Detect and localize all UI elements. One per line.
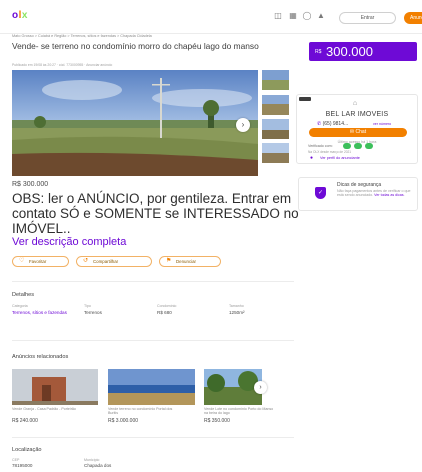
seller-logo-icon: ⌂ bbox=[352, 100, 358, 107]
municipio-value: Chapada dos bbox=[84, 463, 112, 468]
related-photo-1[interactable] bbox=[12, 369, 98, 405]
related-title: Anúncios relacionados bbox=[12, 354, 69, 360]
ver-numero-link[interactable]: ver número bbox=[373, 122, 391, 126]
related-price: R$ 240.000 bbox=[12, 418, 38, 424]
divider bbox=[12, 281, 294, 282]
chat-icon: ✉ bbox=[349, 129, 355, 135]
price-box: R$ 300.000 bbox=[309, 42, 417, 61]
related-name[interactable]: Vende Lote no condomínio Porto do Manso … bbox=[204, 407, 274, 416]
flag-icon: ⚑ bbox=[166, 258, 172, 264]
thumbnail[interactable] bbox=[262, 119, 289, 139]
verificado-label: Verificado com: bbox=[308, 144, 333, 148]
top-header: olx ◫ ▦ ◯ ▲ Entrar Anunciar bbox=[0, 0, 422, 34]
condominio-value: R$ 680 bbox=[157, 310, 172, 315]
condominio-label: Condomínio bbox=[157, 304, 177, 308]
phone-icon: ✆ bbox=[317, 121, 322, 127]
price-currency: R$ bbox=[315, 49, 322, 55]
chat-button[interactable]: ✉ Chat bbox=[309, 128, 407, 137]
share-icon: ↺ bbox=[83, 258, 89, 264]
chat-icon[interactable]: ◯ bbox=[302, 12, 312, 20]
divider bbox=[12, 437, 294, 438]
bag-icon[interactable]: ◫ bbox=[273, 12, 283, 20]
member-since: Na OLX desde março de 2021 bbox=[308, 150, 352, 154]
main-photo[interactable] bbox=[12, 70, 258, 176]
detalhes-title: Detalhes bbox=[12, 292, 35, 298]
price-text: R$ 300.000 bbox=[12, 181, 49, 188]
safety-tips-card: ✓ Dicas de segurança Não faça pagamentos… bbox=[298, 177, 418, 211]
compartilhar-button[interactable]: ↺ Compartilhar bbox=[76, 256, 152, 267]
gallery-next-button[interactable]: › bbox=[236, 118, 250, 132]
seller-phone: ✆ (65) 9814... bbox=[317, 121, 349, 127]
related-price: R$ 350.000 bbox=[204, 418, 230, 424]
related-next-button[interactable]: › bbox=[254, 381, 267, 394]
listing-meta: Publicado em 19/08 às 20:27 · cód. 77300… bbox=[12, 63, 113, 67]
tipo-label: Tipo bbox=[84, 304, 91, 308]
olx-logo[interactable]: olx bbox=[12, 10, 28, 21]
thumbnail[interactable] bbox=[262, 70, 289, 90]
categoria-value[interactable]: Terrenos, sítios e fazendas bbox=[12, 310, 72, 316]
bell-icon[interactable]: ▲ bbox=[316, 12, 326, 20]
categoria-label: Categoria bbox=[12, 304, 28, 308]
shield-icon: ✓ bbox=[315, 187, 326, 199]
localizacao-title: Localização bbox=[12, 447, 42, 453]
ver-descricao-link[interactable]: Ver descrição completa bbox=[12, 236, 126, 248]
cep-label: CEP bbox=[12, 458, 20, 462]
verified-facebook-icon bbox=[365, 143, 373, 149]
related-name[interactable]: Vende Granja - Casa Padrão - Porteirão bbox=[12, 407, 82, 411]
tamanho-value: 1250m² bbox=[229, 310, 245, 315]
thumbnail[interactable] bbox=[262, 95, 289, 115]
ver-perfil-link[interactable]: Ver perfil do anunciante bbox=[320, 156, 360, 160]
safety-link[interactable]: Ver todas as dicas. bbox=[374, 193, 404, 197]
safety-title: Dicas de segurança bbox=[337, 182, 382, 188]
tamanho-label: Tamanho bbox=[229, 304, 244, 308]
pro-badge bbox=[299, 97, 311, 101]
thumbnail[interactable] bbox=[262, 143, 289, 163]
related-photo-2[interactable] bbox=[108, 369, 195, 405]
favoritar-button[interactable]: ♡ Favoritar bbox=[12, 256, 69, 267]
municipio-label: Município bbox=[84, 458, 100, 462]
description-text: OBS: ler o ANÚNCIO, por gentileza. Entra… bbox=[12, 191, 299, 236]
related-price: R$ 3.000.000 bbox=[108, 418, 139, 424]
tipo-value: Terrenos bbox=[84, 310, 102, 315]
verified-phone-icon bbox=[354, 143, 362, 149]
verified-email-icon bbox=[343, 143, 351, 149]
breadcrumb[interactable]: Mato Grosso > Cuiabá e Região > Terrenos… bbox=[12, 34, 152, 38]
divider bbox=[12, 340, 294, 341]
entrar-button[interactable]: Entrar bbox=[339, 12, 396, 24]
land-photo bbox=[12, 70, 258, 176]
grid-icon[interactable]: ▦ bbox=[288, 12, 298, 20]
heart-icon: ♡ bbox=[19, 258, 25, 264]
profile-icon: ● bbox=[310, 155, 314, 161]
safety-text: Não faça pagamentos antes de verificar o… bbox=[337, 189, 411, 198]
related-name[interactable]: Vende terreno no condomínio Portal dos B… bbox=[108, 407, 178, 416]
anunciar-button[interactable]: Anunciar bbox=[404, 12, 422, 24]
listing-title: Vende- se terreno no condomínio morro do… bbox=[12, 41, 259, 51]
denunciar-button[interactable]: ⚑ Denunciar bbox=[159, 256, 221, 267]
cep-value: 78195000 bbox=[12, 463, 33, 468]
price-value: 300.000 bbox=[326, 44, 373, 59]
seller-name[interactable]: BEL LAR IMOVEIS bbox=[297, 111, 417, 118]
